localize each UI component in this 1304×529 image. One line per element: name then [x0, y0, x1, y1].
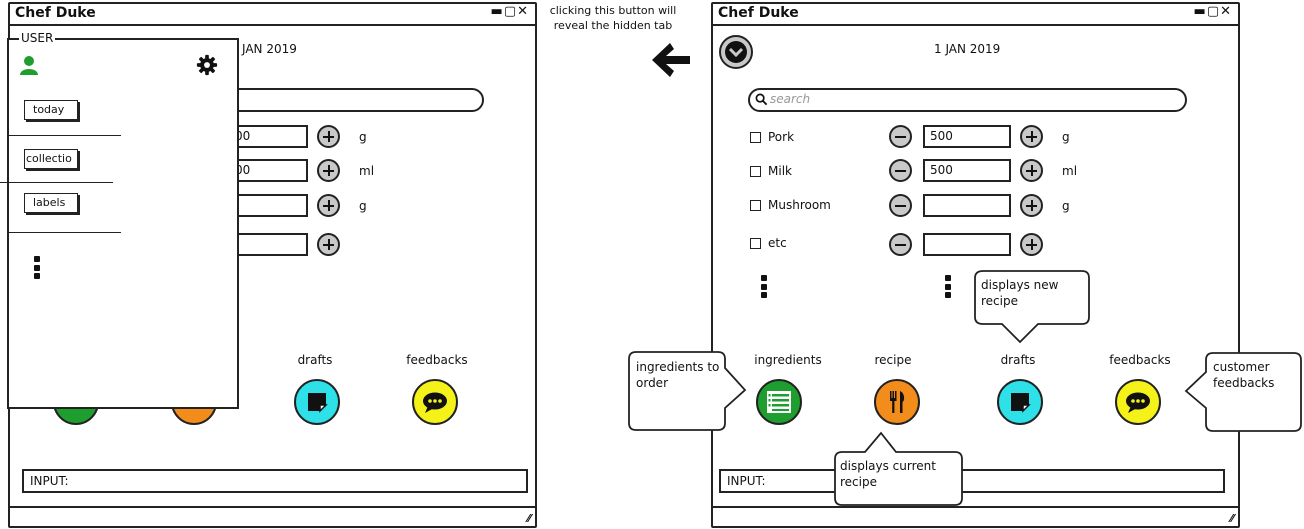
ingredient-checkbox[interactable] — [750, 166, 761, 177]
feedbacks-tab-button[interactable] — [1115, 379, 1161, 425]
decrement-button[interactable] — [889, 125, 912, 148]
quantity-field[interactable] — [923, 233, 1011, 256]
gear-icon[interactable] — [196, 54, 218, 76]
ingredient-checkbox[interactable] — [750, 200, 761, 211]
increment-button[interactable] — [317, 233, 340, 256]
ingredient-name: Mushroom — [768, 198, 831, 212]
recipe-tab-button[interactable] — [874, 379, 920, 425]
drawer-toggle-button[interactable] — [719, 35, 753, 69]
note-icon — [308, 393, 328, 413]
ingredients-tab-button[interactable] — [756, 379, 802, 425]
unit-label: g — [1062, 199, 1070, 213]
status-bar: ⁄⁄ — [713, 506, 1238, 526]
more-quantities-icon[interactable] — [944, 275, 952, 301]
labels-button[interactable]: labels — [24, 193, 78, 213]
tab-label-feedbacks: feedbacks — [1109, 353, 1171, 367]
right-title-bar: Chef Duke ▬▢✕ — [713, 4, 1238, 26]
app-title: Chef Duke — [15, 5, 96, 21]
tab-label-recipe: recipe — [874, 353, 912, 367]
decrement-button[interactable] — [889, 159, 912, 182]
ingredient-checkbox[interactable] — [750, 132, 761, 143]
date-label: 1 JAN 2019 — [934, 42, 1001, 56]
note-icon — [1011, 393, 1031, 413]
date-label: JAN 2019 — [242, 42, 297, 56]
unit-label: g — [359, 130, 367, 144]
increment-button[interactable] — [317, 125, 340, 148]
user-icon[interactable] — [19, 55, 39, 75]
list-icon — [767, 391, 791, 413]
drawer-divider — [7, 232, 121, 233]
unit-label: g — [1062, 130, 1070, 144]
drawer-divider — [7, 135, 121, 136]
unit-label: ml — [1062, 164, 1078, 178]
callout-current-recipe: displays current recipe — [840, 459, 936, 489]
tab-label-feedbacks: feedbacks — [406, 353, 468, 367]
increment-button[interactable] — [1020, 159, 1043, 182]
input-label: INPUT: — [30, 474, 69, 488]
drafts-tab-button[interactable] — [294, 379, 340, 425]
ingredient-name: Pork — [768, 130, 795, 144]
ingredient-name: etc — [768, 236, 787, 250]
quantity-field[interactable]: 500 — [923, 125, 1011, 148]
drawer-title: USER — [19, 31, 56, 45]
resize-grip-icon[interactable]: ⁄⁄ — [527, 512, 531, 525]
drafts-tab-button[interactable] — [997, 379, 1043, 425]
callout-new-recipe: displays new recipe — [981, 278, 1059, 308]
right-app-window: Chef Duke ▬▢✕ 1 JAN 2019 search Pork 500… — [711, 2, 1240, 528]
window-controls[interactable]: ▬▢✕ — [491, 4, 529, 19]
increment-button[interactable] — [1020, 125, 1043, 148]
status-bar: ⁄⁄ — [10, 506, 535, 526]
quantity-field[interactable] — [923, 194, 1011, 217]
user-drawer: USER today collectio labels — [0, 31, 239, 409]
input-label: INPUT: — [727, 474, 766, 488]
increment-button[interactable] — [317, 194, 340, 217]
more-options-icon[interactable] — [33, 256, 41, 282]
app-title: Chef Duke — [718, 5, 799, 21]
chat-icon — [1126, 392, 1150, 413]
search-input[interactable] — [210, 88, 484, 112]
unit-label: g — [359, 199, 367, 213]
increment-button[interactable] — [317, 159, 340, 182]
command-input[interactable]: INPUT: — [719, 469, 1225, 493]
tab-label-ingredients: ingredients — [754, 353, 822, 367]
callout-customer-feedbacks: customer feedbacks — [1213, 360, 1275, 390]
quantity-field[interactable]: 500 — [923, 159, 1011, 182]
today-button[interactable]: today — [24, 100, 78, 120]
decrement-button[interactable] — [889, 233, 912, 256]
increment-button[interactable] — [1020, 194, 1043, 217]
callout-ingredients-to-order: ingredients to order — [636, 360, 720, 390]
search-icon — [755, 93, 768, 106]
search-input[interactable]: search — [748, 88, 1187, 112]
fork-knife-icon — [890, 391, 905, 413]
chat-icon — [423, 392, 447, 413]
resize-grip-icon[interactable]: ⁄⁄ — [1230, 512, 1234, 525]
left-title-bar: Chef Duke ▬▢✕ — [10, 4, 535, 26]
more-items-icon[interactable] — [760, 275, 768, 301]
ingredient-checkbox[interactable] — [750, 238, 761, 249]
search-placeholder: search — [770, 92, 811, 106]
arrow-left-icon — [652, 43, 690, 77]
command-input[interactable]: INPUT: — [22, 469, 528, 493]
increment-button[interactable] — [1020, 233, 1043, 256]
decrement-button[interactable] — [889, 194, 912, 217]
hidden-tab-note: clicking this button will reveal the hid… — [549, 4, 677, 32]
unit-label: ml — [359, 164, 375, 178]
feedbacks-tab-button[interactable] — [412, 379, 458, 425]
drawer-divider — [0, 182, 113, 183]
collection-button[interactable]: collectio — [24, 149, 78, 169]
tab-label-drafts: drafts — [1000, 353, 1036, 367]
tab-label-drafts: drafts — [297, 353, 333, 367]
window-controls[interactable]: ▬▢✕ — [1194, 4, 1232, 19]
ingredient-name: Milk — [768, 164, 792, 178]
chevron-down-icon — [725, 41, 747, 63]
